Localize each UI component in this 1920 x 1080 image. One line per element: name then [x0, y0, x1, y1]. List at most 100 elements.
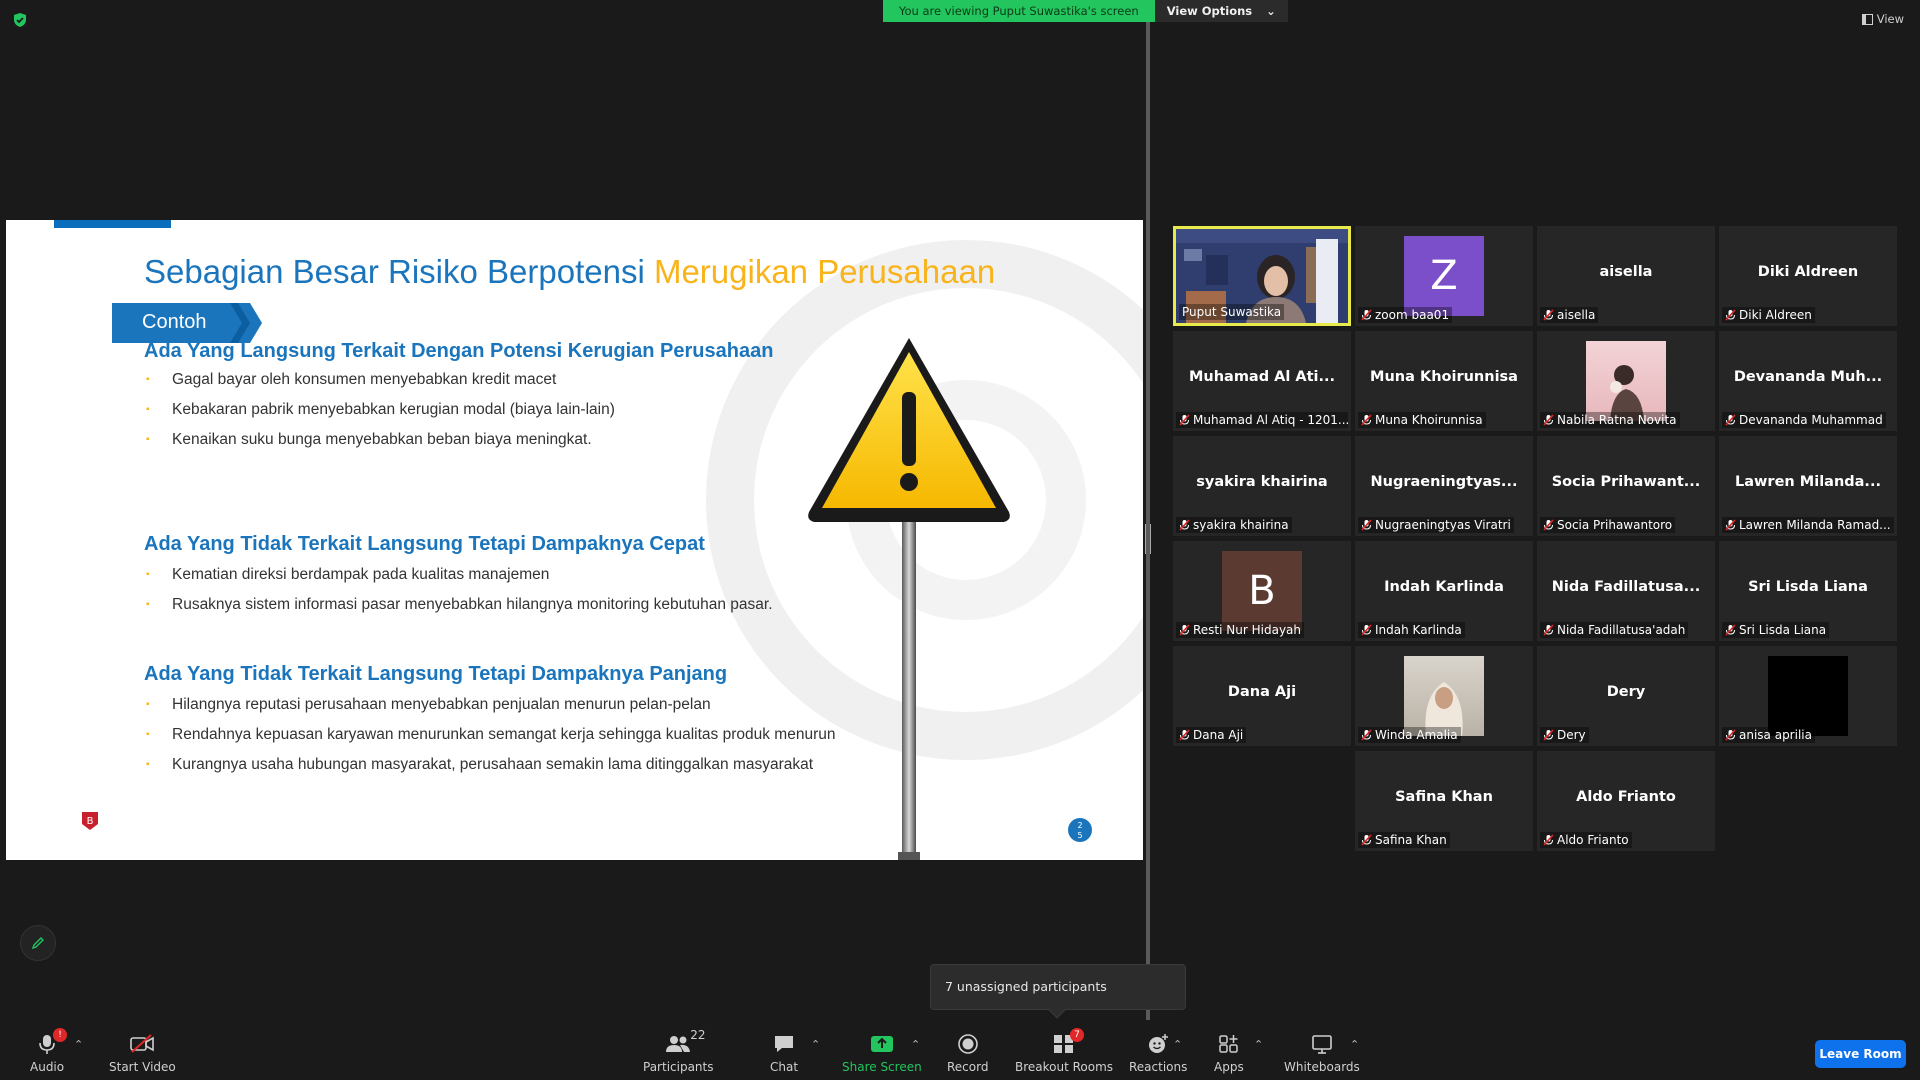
mic-muted-icon — [1361, 519, 1372, 531]
participant-name-label: syakira khairina — [1176, 517, 1292, 533]
participant-avatar: B — [1222, 551, 1302, 631]
slide-top-accent — [54, 220, 171, 228]
participant-tile[interactable]: Winda Amalia — [1355, 646, 1533, 746]
view-button[interactable]: View — [1861, 12, 1904, 26]
participant-name-label: Lawren Milanda Ramad... — [1722, 517, 1894, 533]
participant-tile[interactable]: Zzoom baa01 — [1355, 226, 1533, 326]
breakout-rooms-button[interactable]: 7 Breakout Rooms — [1015, 1028, 1113, 1074]
record-label: Record — [947, 1060, 989, 1074]
participant-name-label: Nugraeningtyas Viratri — [1358, 517, 1514, 533]
mic-muted-icon — [1543, 519, 1554, 531]
divider-handle[interactable] — [1145, 524, 1151, 554]
participant-display-name: Aldo Frianto — [1576, 789, 1676, 805]
participant-name: Muna Khoirunnisa — [1375, 413, 1483, 427]
whiteboards-label: Whiteboards — [1284, 1060, 1360, 1074]
participants-count: 22 — [690, 1028, 706, 1042]
audio-warning-badge: ! — [53, 1028, 68, 1042]
mic-muted-icon — [1543, 309, 1554, 321]
whiteboards-button[interactable]: Whiteboards — [1284, 1032, 1360, 1074]
participant-display-name: Dana Aji — [1227, 684, 1297, 700]
participant-name-label: aisella — [1540, 307, 1599, 323]
participant-name: Dana Aji — [1193, 728, 1244, 742]
participant-tile[interactable]: Devananda Muh... Devananda Muhammad — [1719, 331, 1897, 431]
participant-tile[interactable]: Aldo Frianto Aldo Frianto — [1537, 751, 1715, 851]
participant-name: Nugraeningtyas Viratri — [1375, 518, 1511, 532]
share-screen-button[interactable]: Share Screen — [842, 1032, 922, 1074]
participant-tile[interactable]: Diki Aldreen Diki Aldreen — [1719, 226, 1897, 326]
view-options-button[interactable]: View Options ⌄ — [1154, 0, 1288, 22]
share-options-caret[interactable]: ⌃ — [911, 1038, 920, 1051]
svg-text:B: B — [87, 816, 94, 827]
participant-name-label: Resti Nur Hidayah — [1176, 622, 1305, 638]
participant-display-name: Nida Fadillatusa... — [1551, 579, 1701, 595]
chat-button[interactable]: Chat — [770, 1032, 798, 1074]
participant-name-label: Diki Aldreen — [1722, 307, 1815, 323]
chevron-down-icon: ⌄ — [1266, 4, 1276, 18]
reactions-options-caret[interactable]: ⌃ — [1173, 1038, 1182, 1051]
participants-button[interactable]: 22 Participants — [643, 1028, 714, 1074]
participant-name: Diki Aldreen — [1739, 308, 1812, 322]
universitas-bakrie-logo: B — [60, 810, 120, 854]
list-item: Kenaikan suku bunga menyebabkan beban bi… — [146, 425, 646, 455]
apps-button[interactable]: Apps — [1214, 1032, 1244, 1074]
participant-tile[interactable]: Puput Suwastika — [1173, 226, 1351, 326]
slide-title-highlight: Merugikan Perusahaan — [653, 253, 996, 290]
participant-tile[interactable]: Indah Karlinda Indah Karlinda — [1355, 541, 1533, 641]
participant-profile-photo — [1586, 341, 1666, 421]
participant-tile[interactable]: Safina Khan Safina Khan — [1355, 751, 1533, 851]
participant-name: Indah Karlinda — [1375, 623, 1462, 637]
participant-tile[interactable]: anisa aprilia — [1719, 646, 1897, 746]
participant-name: aisella — [1557, 308, 1596, 322]
participant-name: Nabila Ratna Novita — [1557, 413, 1677, 427]
unassigned-participants-toast[interactable]: 7 unassigned participants — [930, 964, 1186, 1019]
viewing-banner: You are viewing Puput Suwastika's screen — [883, 0, 1155, 22]
mic-muted-icon — [1361, 834, 1372, 846]
participant-name-label: Nabila Ratna Novita — [1540, 412, 1680, 428]
participant-tile[interactable]: Dery Dery — [1537, 646, 1715, 746]
participant-tile[interactable]: Nabila Ratna Novita — [1537, 331, 1715, 431]
participants-label: Participants — [643, 1060, 714, 1074]
participant-name-label: Puput Suwastika — [1179, 304, 1285, 320]
warning-sign-icon — [808, 338, 1010, 860]
apps-options-caret[interactable]: ⌃ — [1254, 1038, 1263, 1051]
participant-display-name: Indah Karlinda — [1384, 579, 1504, 595]
participant-tile[interactable]: Muhamad Al Ati... Muhamad Al Atiq - 1201.… — [1173, 331, 1351, 431]
start-video-label: Start Video — [109, 1060, 176, 1074]
participant-tile[interactable]: Lawren Milanda... Lawren Milanda Ramad... — [1719, 436, 1897, 536]
participant-name-label: Aldo Frianto — [1540, 832, 1632, 848]
list-item: Hilangnya reputasi perusahaan menyebabka… — [146, 690, 846, 720]
shared-screen-slide: Sebagian Besar Risiko Berpotensi Merugik… — [6, 220, 1143, 860]
participant-name-label: Winda Amalia — [1358, 727, 1461, 743]
participant-name-label: Safina Khan — [1358, 832, 1450, 848]
start-video-button[interactable]: Start Video — [109, 1032, 176, 1074]
leave-room-button[interactable]: Leave Room — [1815, 1040, 1906, 1068]
participant-tile[interactable]: Dana Aji Dana Aji — [1173, 646, 1351, 746]
participant-tile[interactable]: Socia Prihawant... Socia Prihawantoro — [1537, 436, 1715, 536]
participant-tile[interactable]: aisella aisella — [1537, 226, 1715, 326]
participant-tile[interactable]: syakira khairina syakira khairina — [1173, 436, 1351, 536]
list-item: Gagal bayar oleh konsumen menyebabkan kr… — [146, 365, 646, 395]
slide-title-main: Sebagian Besar Risiko Berpotensi — [144, 253, 654, 290]
annotate-pen-button[interactable] — [20, 925, 56, 961]
list-item: Kematian direksi berdampak pada kualitas… — [146, 560, 796, 590]
participant-tile[interactable]: Nugraeningtyas... Nugraeningtyas Viratri — [1355, 436, 1533, 536]
audio-button[interactable]: ! Audio — [30, 1028, 68, 1074]
audio-options-caret[interactable]: ⌃ — [74, 1038, 83, 1051]
participant-name: zoom baa01 — [1375, 308, 1450, 322]
slide-title: Sebagian Besar Risiko Berpotensi Merugik… — [144, 253, 995, 291]
security-shield-icon[interactable] — [12, 12, 28, 28]
record-button[interactable]: Record — [947, 1032, 988, 1074]
chat-options-caret[interactable]: ⌃ — [811, 1038, 820, 1051]
whiteboards-options-caret[interactable]: ⌃ — [1350, 1038, 1359, 1051]
participant-avatar: Z — [1404, 236, 1484, 316]
participant-name-label: Muna Khoirunnisa — [1358, 412, 1486, 428]
section-2-list: Kematian direksi berdampak pada kualitas… — [146, 560, 796, 620]
participant-tile[interactable]: Muna Khoirunnisa Muna Khoirunnisa — [1355, 331, 1533, 431]
participant-tile[interactable]: B Resti Nur Hidayah — [1173, 541, 1351, 641]
participant-tile[interactable]: Nida Fadillatusa... Nida Fadillatusa'adah — [1537, 541, 1715, 641]
participant-name: Lawren Milanda Ramad... — [1739, 518, 1891, 532]
participant-name-label: Devananda Muhammad — [1722, 412, 1886, 428]
participant-tile[interactable]: Sri Lisda Liana Sri Lisda Liana — [1719, 541, 1897, 641]
participant-name: Devananda Muhammad — [1739, 413, 1883, 427]
participant-display-name: Muhamad Al Ati... — [1188, 369, 1336, 385]
